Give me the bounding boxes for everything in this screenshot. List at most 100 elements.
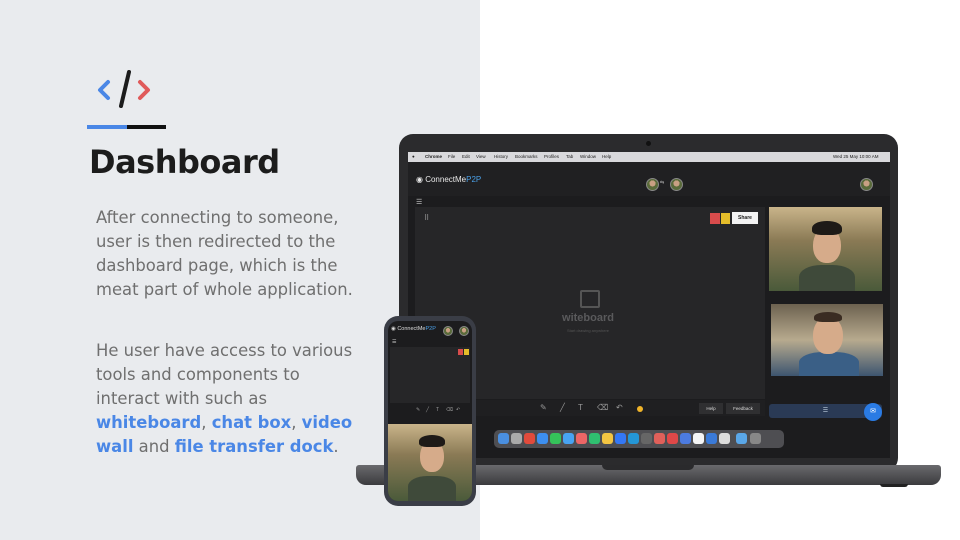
profile-avatar[interactable]	[860, 178, 873, 191]
person-shirt	[799, 265, 855, 291]
app-brand[interactable]: ◉ ConnectMeP2P	[391, 326, 436, 332]
remote-user-avatar[interactable]	[459, 326, 469, 336]
swap-icon: ⇆	[660, 180, 665, 186]
mail-icon[interactable]	[563, 433, 574, 444]
menu-item[interactable]: Profiles	[544, 154, 559, 159]
record-icon[interactable]	[710, 213, 720, 224]
separator: ,	[201, 413, 212, 432]
finder-icon[interactable]	[498, 433, 509, 444]
accent-rule-blue	[87, 125, 127, 129]
undo-icon[interactable]: ↶	[616, 403, 623, 412]
menu-item[interactable]: Window	[580, 154, 596, 159]
photos-icon[interactable]	[576, 433, 587, 444]
highlight-whiteboard: whiteboard	[96, 413, 202, 432]
paragraph-2-end: .	[333, 437, 339, 456]
line-icon[interactable]: ╱	[560, 403, 565, 412]
menu-item[interactable]: File	[448, 154, 455, 159]
laptop-notch	[602, 465, 694, 470]
grid-icon[interactable]: ⠿	[424, 214, 429, 222]
description-paragraph-2: He user have access to various tools and…	[96, 339, 356, 459]
person-shirt	[408, 476, 456, 501]
app-icon[interactable]	[680, 433, 691, 444]
highlight-chat-box: chat box	[211, 413, 292, 432]
menu-item[interactable]: Edit	[462, 154, 470, 159]
menu-item[interactable]: Chrome	[425, 154, 442, 159]
brand-suffix: P2P	[466, 175, 482, 184]
mac-menubar: ● Chrome File Edit View History Bookmark…	[408, 152, 890, 162]
help-button[interactable]: Help	[699, 403, 723, 414]
app-icon[interactable]	[667, 433, 678, 444]
remote-video-tile	[388, 424, 472, 501]
menu-item[interactable]: View	[476, 154, 486, 159]
remote-user-avatar[interactable]	[670, 178, 683, 191]
safari-icon[interactable]	[537, 433, 548, 444]
menubar-clock: Wed 25 May 10:00 AM	[833, 154, 879, 159]
messages-icon[interactable]	[550, 433, 561, 444]
menu-icon: ☰	[822, 408, 829, 414]
share-button[interactable]: Share	[732, 212, 758, 224]
app-icon[interactable]	[654, 433, 665, 444]
downloads-icon[interactable]	[736, 433, 747, 444]
logo-icon: ◉	[416, 175, 426, 184]
pin-icon[interactable]	[721, 213, 730, 224]
highlight-file-transfer-dock: file transfer dock	[174, 437, 334, 456]
brand-suffix: P2P	[425, 326, 436, 332]
person-shirt	[799, 352, 859, 376]
line-icon[interactable]: ╱	[426, 407, 429, 413]
apple-icon[interactable]: ●	[412, 154, 415, 159]
eraser-icon[interactable]: ⌫	[597, 403, 608, 412]
app-icon[interactable]	[693, 433, 704, 444]
menu-icon[interactable]: ☰	[416, 198, 422, 206]
drawing-toolbar: ✎ ╱ T ⌫ ↶	[390, 407, 470, 417]
chat-icon[interactable]: ✉	[864, 403, 882, 421]
paragraph-2-intro: He user have access to various tools and…	[96, 341, 353, 408]
pen-icon[interactable]: ✎	[416, 407, 420, 413]
undo-icon[interactable]: ↶	[456, 407, 460, 413]
vscode-icon[interactable]	[628, 433, 639, 444]
pin-icon[interactable]	[464, 349, 469, 355]
app-icon[interactable]	[719, 433, 730, 444]
text-icon[interactable]: T	[436, 407, 439, 413]
color-picker[interactable]	[637, 406, 643, 412]
notes-icon[interactable]	[602, 433, 613, 444]
camera-icon	[646, 141, 651, 146]
local-user-avatar[interactable]	[646, 178, 659, 191]
appstore-icon[interactable]	[615, 433, 626, 444]
settings-icon[interactable]	[641, 433, 652, 444]
whiteboard-logo-icon	[580, 290, 600, 308]
brand-name: ConnectMe	[425, 175, 467, 184]
chrome-icon[interactable]	[524, 433, 535, 444]
local-video-tile	[771, 304, 883, 376]
menu-item[interactable]: Help	[602, 154, 611, 159]
description-paragraph-1: After connecting to someone, user is the…	[96, 208, 353, 299]
local-user-avatar[interactable]	[443, 326, 453, 336]
feedback-button[interactable]: Feedback	[726, 403, 760, 414]
laptop-foot	[880, 484, 908, 487]
menu-icon[interactable]: ☰	[392, 339, 396, 345]
person-hair	[419, 435, 445, 447]
whiteboard-canvas[interactable]	[390, 347, 470, 403]
separator: ,	[291, 413, 302, 432]
record-icon[interactable]	[458, 349, 463, 355]
app-brand[interactable]: ◉ ConnectMeP2P	[416, 175, 481, 184]
trash-icon[interactable]	[750, 433, 761, 444]
eraser-icon[interactable]: ⌫	[446, 407, 453, 413]
pen-icon[interactable]: ✎	[540, 403, 547, 412]
separator: and	[133, 437, 175, 456]
menu-item[interactable]: Bookmarks	[515, 154, 538, 159]
text-icon[interactable]: T	[578, 403, 583, 412]
facetime-icon[interactable]	[589, 433, 600, 444]
menu-item[interactable]: Tab	[566, 154, 573, 159]
code-brackets-icon	[98, 70, 150, 108]
person-hair	[814, 312, 842, 322]
phone-screen: ◉ ConnectMeP2P ☰ ✎ ╱ T ⌫ ↶	[388, 321, 472, 501]
person-hair	[812, 221, 842, 235]
launchpad-icon[interactable]	[511, 433, 522, 444]
whiteboard-logo: witeboard	[562, 312, 614, 324]
brand-name: ConnectMe	[397, 326, 426, 332]
slide-title: Dashboard	[89, 143, 280, 181]
menu-item[interactable]: History	[494, 154, 508, 159]
remote-video-tile	[769, 207, 882, 291]
whiteboard-subtitle: Start drawing anywhere	[566, 328, 610, 333]
app-icon[interactable]	[706, 433, 717, 444]
